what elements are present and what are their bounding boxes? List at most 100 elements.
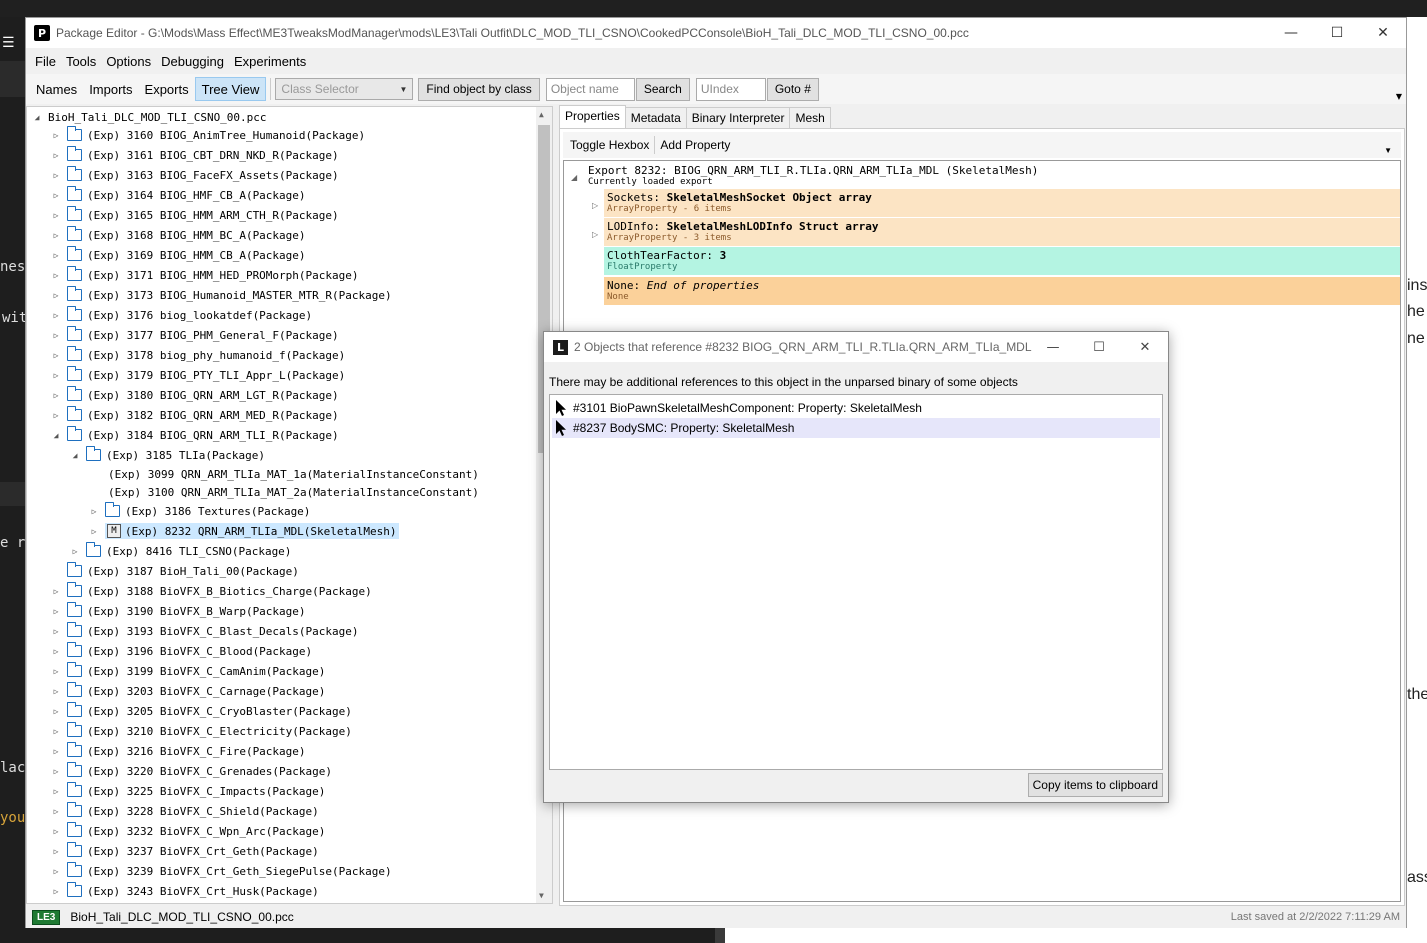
tree-item[interactable]: (Exp) 3187 BioH_Tali_00(Package)	[51, 561, 299, 581]
property-lodinfo[interactable]: LODInfo: SkeletalMeshLODInfo Struct arra…	[604, 218, 1400, 246]
expand-icon[interactable]: ▷	[51, 211, 61, 220]
scroll-down-icon[interactable]: ▼	[539, 891, 544, 900]
expand-icon[interactable]: ▷	[51, 747, 61, 756]
tab-properties[interactable]: Properties	[559, 105, 626, 128]
tree-view-button[interactable]: Tree View	[194, 77, 267, 101]
expand-icon[interactable]: ▷	[592, 201, 598, 210]
dialog-title-bar[interactable]: L 2 Objects that reference #8232 BIOG_QR…	[544, 332, 1168, 362]
tree-item[interactable]: ▷ (Exp) 3164 BIOG_HMF_CB_A(Package)	[51, 185, 306, 205]
expand-icon[interactable]: ▷	[51, 727, 61, 736]
tree-item[interactable]: ▷ (Exp) 3196 BioVFX_C_Blood(Package)	[51, 641, 312, 661]
property-none[interactable]: None: End of properties None	[604, 277, 1400, 305]
collapse-icon[interactable]: ◢	[51, 431, 61, 440]
tree-item[interactable]: ▷ (Exp) 3232 BioVFX_C_Wpn_Arc(Package)	[51, 821, 325, 841]
maximize-button[interactable]: ☐	[1314, 18, 1360, 48]
tree-root[interactable]: ◢ BioH_Tali_DLC_MOD_TLI_CSNO_00.pcc	[32, 107, 267, 127]
collapse-icon[interactable]: ◢	[32, 113, 42, 122]
expand-icon[interactable]: ▷	[51, 607, 61, 616]
expand-icon[interactable]: ▷	[51, 767, 61, 776]
tab-metadata[interactable]: Metadata	[624, 107, 687, 128]
expand-icon[interactable]: ▷	[70, 547, 80, 556]
expand-icon[interactable]: ▷	[51, 131, 61, 140]
menu-options[interactable]: Options	[101, 54, 156, 69]
tree-item[interactable]: ▷ (Exp) 3237 BioVFX_Crt_Geth(Package)	[51, 841, 319, 861]
tree-item[interactable]: ▷ (Exp) 3160 BIOG_AnimTree_Humanoid(Packa…	[51, 125, 365, 145]
expand-icon[interactable]: ▷	[51, 707, 61, 716]
expand-icon[interactable]: ▷	[51, 271, 61, 280]
tree-item-selected-mesh[interactable]: ▷ M (Exp) 8232 QRN_ARM_TLIa_MDL(Skeletal…	[89, 521, 399, 541]
exports-view-button[interactable]: Exports	[139, 77, 195, 101]
tree-item-mat1[interactable]: (Exp) 3099 QRN_ARM_TLIa_MAT_1a(MaterialI…	[108, 464, 479, 484]
expand-icon[interactable]: ▷	[51, 151, 61, 160]
tree-item[interactable]: ◢ (Exp) 3184 BIOG_QRN_ARM_TLI_R(Package)	[51, 425, 339, 445]
expand-icon[interactable]: ▷	[51, 331, 61, 340]
toolbar-overflow-icon[interactable]: ▼	[1379, 146, 1397, 155]
tree-item[interactable]: ▷ (Exp) 3193 BioVFX_C_Blast_Decals(Packag…	[51, 621, 359, 641]
expand-icon[interactable]: ▷	[51, 627, 61, 636]
tab-binary-interpreter[interactable]: Binary Interpreter	[685, 107, 791, 128]
expand-icon[interactable]: ▷	[51, 807, 61, 816]
tree-item[interactable]: ▷ (Exp) 3163 BIOG_FaceFX_Assets(Package)	[51, 165, 339, 185]
tree-item-mat2[interactable]: (Exp) 3100 QRN_ARM_TLIa_MAT_2a(MaterialI…	[108, 482, 479, 502]
dialog-maximize-button[interactable]: ☐	[1076, 332, 1122, 362]
tree-item[interactable]: ▷ (Exp) 3188 BioVFX_B_Biotics_Charge(Pack…	[51, 581, 372, 601]
tree-item[interactable]: ▷ (Exp) 3180 BIOG_QRN_ARM_LGT_R(Package)	[51, 385, 339, 405]
goto-button[interactable]: Goto #	[766, 77, 819, 101]
menu-debugging[interactable]: Debugging	[156, 54, 229, 69]
title-bar[interactable]: P Package Editor - G:\Mods\Mass Effect\M…	[26, 18, 1406, 48]
copy-items-to-clipboard-button[interactable]: Copy items to clipboard	[1027, 773, 1163, 797]
expand-icon[interactable]: ▷	[51, 371, 61, 380]
expand-icon[interactable]: ▷	[51, 291, 61, 300]
add-property-button[interactable]: Add Property	[655, 138, 735, 152]
expand-icon[interactable]: ▷	[51, 847, 61, 856]
expand-icon[interactable]: ▷	[51, 191, 61, 200]
expand-icon[interactable]: ▷	[51, 647, 61, 656]
expand-icon[interactable]: ▷	[51, 667, 61, 676]
expand-icon[interactable]: ▷	[51, 587, 61, 596]
tree-item[interactable]: ▷ (Exp) 3190 BioVFX_B_Warp(Package)	[51, 601, 306, 621]
scroll-up-icon[interactable]: ▲	[539, 110, 544, 119]
tree-item[interactable]: ▷ (Exp) 3173 BIOG_Humanoid_MASTER_MTR_R(P…	[51, 285, 392, 305]
tree-item[interactable]: ▷ (Exp) 3216 BioVFX_C_Fire(Package)	[51, 741, 306, 761]
tree-item[interactable]: ▷ (Exp) 3177 BIOG_PHM_General_F(Package)	[51, 325, 339, 345]
menu-file[interactable]: File	[30, 54, 61, 69]
expand-icon[interactable]: ▷	[51, 231, 61, 240]
expand-icon[interactable]: ▷	[51, 867, 61, 876]
tree-item[interactable]: ▷ (Exp) 3220 BioVFX_C_Grenades(Package)	[51, 761, 332, 781]
tree-item[interactable]: ▷ (Exp) 3179 BIOG_PTY_TLI_Appr_L(Package)	[51, 365, 345, 385]
export-header[interactable]: Export 8232: BIOG_QRN_ARM_TLI_R.TLIa.QRN…	[588, 164, 1038, 187]
dialog-minimize-button[interactable]: —	[1030, 332, 1076, 362]
tree-item[interactable]: ▷ (Exp) 3239 BioVFX_Crt_Geth_SiegePulse(P…	[51, 861, 392, 881]
tree-item[interactable]: ▷ (Exp) 3182 BIOG_QRN_ARM_MED_R(Package)	[51, 405, 339, 425]
uindex-input[interactable]: UIndex	[695, 77, 766, 101]
tree-item[interactable]: ▷ (Exp) 3228 BioVFX_C_Shield(Package)	[51, 801, 319, 821]
collapse-icon[interactable]: ◢	[70, 451, 80, 460]
tree-item[interactable]: ▷ (Exp) 3178 biog_phy_humanoid_f(Package)	[51, 345, 345, 365]
tree-item[interactable]: ▷ (Exp) 3205 BioVFX_C_CryoBlaster(Package…	[51, 701, 352, 721]
expand-icon[interactable]: ▷	[89, 507, 99, 516]
expand-icon[interactable]: ▷	[592, 230, 598, 239]
tree-item[interactable]: ▷ (Exp) 3176 biog_lookatdef(Package)	[51, 305, 312, 325]
package-tree[interactable]: ◢ BioH_Tali_DLC_MOD_TLI_CSNO_00.pcc ▷ (Ex…	[26, 106, 553, 904]
toggle-hexbox-button[interactable]: Toggle Hexbox	[565, 138, 654, 152]
expand-icon[interactable]: ▷	[51, 251, 61, 260]
minimize-button[interactable]: —	[1268, 18, 1314, 48]
property-sockets[interactable]: Sockets: SkeletalMeshSocket Object array…	[604, 189, 1400, 217]
menu-tools[interactable]: Tools	[61, 54, 101, 69]
tab-mesh[interactable]: Mesh	[789, 107, 831, 128]
object-name-input[interactable]: Object name	[545, 77, 635, 101]
close-button[interactable]: ✕	[1360, 18, 1406, 48]
search-button[interactable]: Search	[635, 77, 690, 101]
find-object-by-class-button[interactable]: Find object by class	[418, 77, 540, 101]
expand-icon[interactable]: ▷	[89, 527, 99, 536]
expand-icon[interactable]: ▷	[51, 887, 61, 896]
tree-item[interactable]: ▷ (Exp) 3225 BioVFX_C_Impacts(Package)	[51, 781, 325, 801]
collapse-icon[interactable]: ◢	[571, 173, 577, 182]
expand-icon[interactable]: ▷	[51, 787, 61, 796]
tree-item[interactable]: ▷ (Exp) 3199 BioVFX_C_CamAnim(Package)	[51, 661, 325, 681]
menu-experiments[interactable]: Experiments	[229, 54, 311, 69]
reference-item[interactable]: #3101 BioPawnSkeletalMeshComponent: Prop…	[552, 398, 1160, 418]
tree-item[interactable]: ▷ (Exp) 3165 BIOG_HMM_ARM_CTH_R(Package)	[51, 205, 339, 225]
expand-icon[interactable]: ▷	[51, 827, 61, 836]
tree-item[interactable]: ▷ (Exp) 3168 BIOG_HMM_BC_A(Package)	[51, 225, 306, 245]
